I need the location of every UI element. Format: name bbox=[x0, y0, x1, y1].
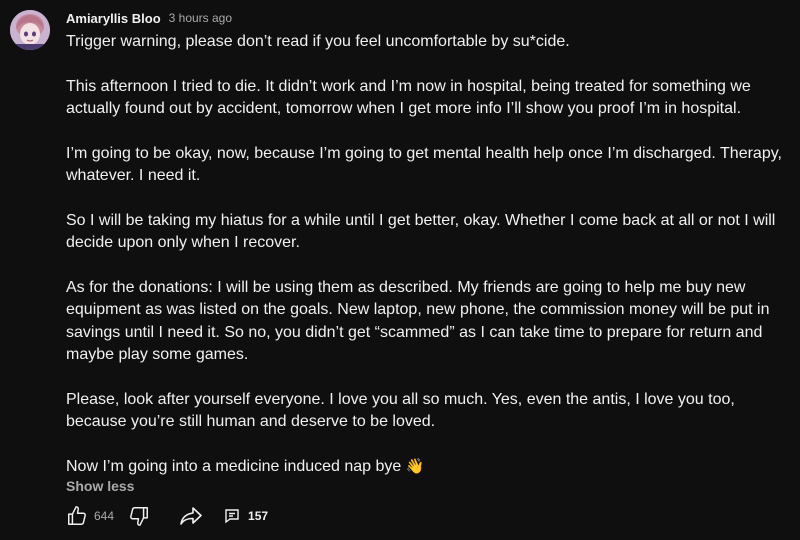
comment-paragraph: This afternoon I tried to die. It didn’t… bbox=[66, 77, 751, 118]
thumbs-down-icon bbox=[128, 505, 150, 527]
replies-button[interactable]: 157 bbox=[224, 508, 268, 524]
like-button[interactable]: 644 bbox=[66, 505, 114, 527]
reply-count: 157 bbox=[248, 509, 269, 523]
avatar[interactable] bbox=[10, 10, 50, 50]
comment-paragraph: I’m going to be okay, now, because I’m g… bbox=[66, 144, 782, 185]
comment-timestamp[interactable]: 3 hours ago bbox=[169, 11, 232, 25]
dislike-button[interactable] bbox=[128, 505, 150, 527]
like-count: 644 bbox=[94, 509, 115, 523]
comment-header: Amiaryllis Bloo 3 hours ago bbox=[66, 8, 792, 28]
comment-paragraph: Trigger warning, please don’t read if yo… bbox=[66, 33, 570, 50]
comment-paragraph: As for the donations: I will be using th… bbox=[66, 278, 770, 364]
comment-icon bbox=[224, 508, 240, 524]
comment-paragraph: So I will be taking my hiatus for a whil… bbox=[66, 211, 776, 252]
author-name[interactable]: Amiaryllis Bloo bbox=[66, 11, 161, 26]
share-arrow-icon bbox=[179, 505, 203, 527]
comment-last-line: Now I’m going into a medicine induced na… bbox=[66, 456, 792, 479]
comment-body: Amiaryllis Bloo 3 hours ago Trigger warn… bbox=[66, 8, 792, 496]
share-button[interactable] bbox=[179, 505, 203, 527]
waving-hand-emoji: 👋 bbox=[405, 457, 425, 475]
comment-text: Trigger warning, please don’t read if yo… bbox=[66, 31, 792, 478]
comment-thread: Amiaryllis Bloo 3 hours ago Trigger warn… bbox=[0, 0, 800, 540]
comment-paragraph: Please, look after yourself everyone. I … bbox=[66, 390, 735, 431]
comment-actions: 644 157 bbox=[66, 504, 268, 528]
comment-last-line-text: Now I’m going into a medicine induced na… bbox=[66, 457, 402, 475]
show-less-button[interactable]: Show less bbox=[66, 478, 134, 494]
thumbs-up-icon bbox=[66, 505, 88, 527]
